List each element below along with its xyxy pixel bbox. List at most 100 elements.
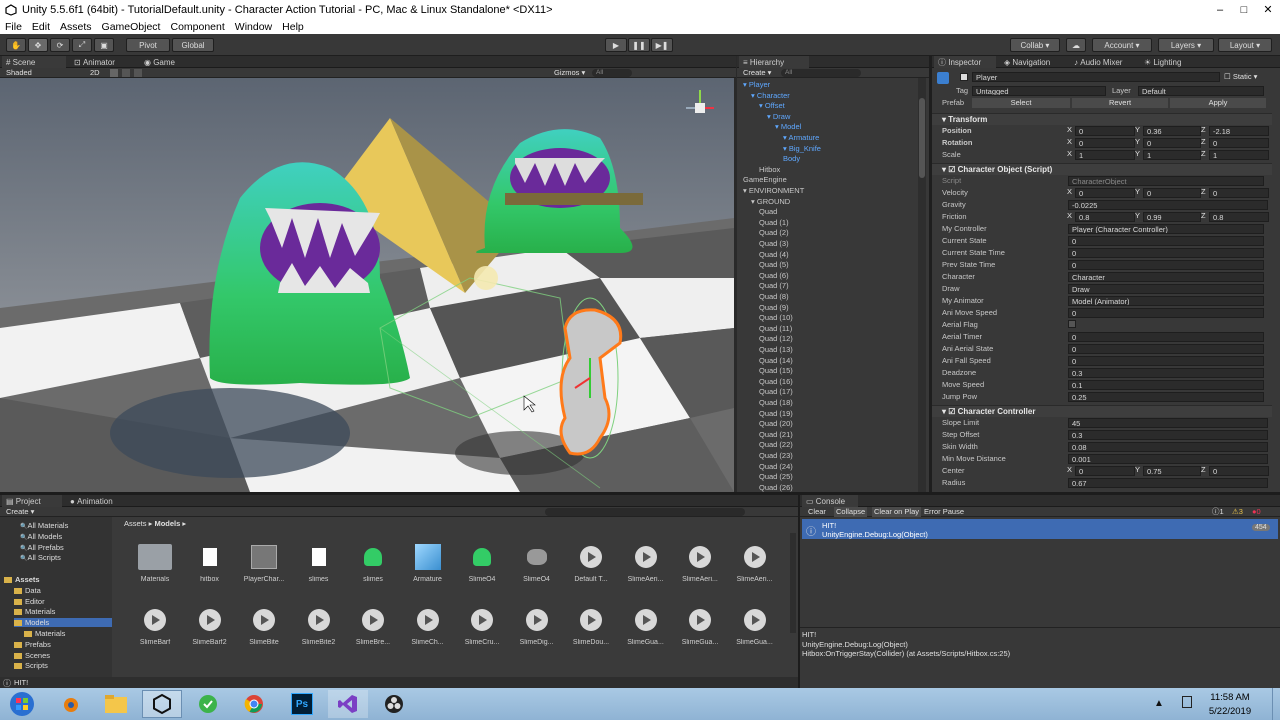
static-toggle[interactable]: ☐ Static ▾ [1224, 72, 1257, 81]
tab-project[interactable]: ▤ Project [2, 495, 62, 507]
tab-game[interactable]: ◉ Game [140, 56, 200, 68]
folder-tree-item[interactable]: Scripts [14, 661, 48, 670]
gizmos-dropdown[interactable]: Gizmos ▾ [554, 68, 585, 78]
hierarchy-item[interactable]: Quad (4) [759, 250, 789, 261]
console-clear-on-play-toggle[interactable]: Clear on Play [872, 507, 922, 517]
hierarchy-item[interactable]: ▾ Model [775, 122, 801, 133]
menu-help[interactable]: Help [277, 21, 309, 33]
field-value[interactable] [1068, 320, 1076, 328]
blender-icon[interactable] [50, 690, 90, 718]
hierarchy-item[interactable]: Quad (15) [759, 366, 793, 377]
layer-dropdown[interactable]: Default [1138, 86, 1264, 96]
console-error-pause-toggle[interactable]: Error Pause [924, 507, 964, 517]
tag-dropdown[interactable]: Untagged [972, 86, 1106, 96]
hierarchy-item[interactable]: Quad (26) [759, 483, 793, 492]
console-error-filter[interactable]: ●0 [1252, 507, 1261, 517]
project-create-dropdown[interactable]: Create ▾ [6, 507, 34, 517]
hierarchy-item[interactable]: Quad (14) [759, 356, 793, 367]
field-value[interactable]: 0.1 [1068, 380, 1264, 390]
field-value[interactable]: 0 [1068, 236, 1264, 246]
radius-field[interactable]: 0.67 [1068, 478, 1268, 488]
prefab-apply-button[interactable]: Apply [1170, 98, 1266, 108]
asset-item[interactable]: SlimeBite [237, 605, 291, 646]
hierarchy-scrollbar[interactable] [918, 78, 926, 492]
scene-search-input[interactable]: All [592, 69, 632, 77]
asset-item[interactable]: PlayerChar... [237, 542, 291, 583]
hierarchy-item[interactable]: Quad [759, 207, 777, 218]
asset-item[interactable]: SlimeGua... [728, 605, 782, 646]
favorite-item[interactable]: 🔍All Scripts [20, 553, 61, 562]
folder-tree-item[interactable]: Materials [24, 629, 65, 638]
tray-arrow-icon[interactable]: ▲ [1154, 698, 1164, 709]
clock[interactable]: 11:58 AM 5/22/2019 [1200, 692, 1260, 717]
favorite-item[interactable]: 🔍All Prefabs [20, 543, 64, 552]
photoshop-icon[interactable]: Ps [282, 690, 322, 718]
position-y-field[interactable]: 0.36 [1143, 126, 1201, 136]
menu-window[interactable]: Window [230, 21, 277, 33]
2d-toggle[interactable]: 2D [90, 68, 100, 78]
hierarchy-item[interactable]: Quad (24) [759, 462, 793, 473]
folder-tree-item[interactable]: Models [14, 618, 112, 628]
velocity-x-field[interactable]: 0 [1075, 188, 1135, 198]
asset-item[interactable]: slimes [292, 542, 346, 583]
asset-item[interactable]: SlimeAeri... [728, 542, 782, 583]
asset-item[interactable]: SlimeBarf [128, 605, 182, 646]
folder-tree-item[interactable]: Editor [14, 597, 45, 606]
project-search-input[interactable] [545, 508, 745, 516]
asset-item[interactable]: SlimeBre... [346, 605, 400, 646]
hierarchy-item[interactable]: ▾ ENVIRONMENT [743, 186, 804, 197]
asset-item[interactable]: SlimeCru... [455, 605, 509, 646]
asset-item[interactable]: SlimeO4 [510, 542, 564, 583]
controller-field-value[interactable]: 0.08 [1068, 442, 1268, 452]
console-warn-filter[interactable]: ⚠3 [1232, 507, 1243, 517]
visual-studio-icon[interactable] [328, 690, 368, 718]
friction-z-field[interactable]: 0.8 [1209, 212, 1269, 222]
asset-item[interactable]: SlimeBarf2 [183, 605, 237, 646]
rotate-tool-icon[interactable]: ⟳ [50, 38, 70, 52]
folder-tree-item[interactable]: Assets [4, 575, 40, 584]
start-button[interactable] [2, 690, 42, 718]
velocity-z-field[interactable]: 0 [1209, 188, 1269, 198]
field-value[interactable]: 0.3 [1068, 368, 1264, 378]
hierarchy-item[interactable]: Quad (25) [759, 472, 793, 483]
project-scrollbar[interactable] [790, 533, 796, 633]
asset-item[interactable]: SlimeGua... [619, 605, 673, 646]
script-field[interactable]: CharacterObject [1068, 176, 1264, 186]
rect-tool-icon[interactable]: ▣ [94, 38, 114, 52]
hierarchy-item[interactable]: ▾ Draw [767, 112, 790, 123]
tab-console[interactable]: ▭ Console [802, 495, 858, 507]
tab-navigation[interactable]: ◈ Navigation [1000, 56, 1070, 68]
asset-item[interactable]: Armature [401, 542, 455, 583]
position-z-field[interactable]: -2.18 [1209, 126, 1269, 136]
console-info-filter[interactable]: ⓘ1 [1212, 507, 1224, 517]
character-object-header[interactable]: ▾ ☑ Character Object (Script) [932, 163, 1272, 175]
hierarchy-item[interactable]: Quad (10) [759, 313, 793, 324]
play-button[interactable]: ▶ [605, 38, 627, 52]
field-value[interactable]: Character [1068, 272, 1264, 282]
field-value[interactable]: 0.25 [1068, 392, 1264, 402]
field-value[interactable]: 0 [1068, 308, 1264, 318]
controller-field-value[interactable]: 45 [1068, 418, 1268, 428]
hierarchy-item[interactable]: Quad (16) [759, 377, 793, 388]
asset-item[interactable]: Default T... [564, 542, 618, 583]
minimize-button[interactable]: – [1208, 2, 1232, 17]
asset-item[interactable]: slimes [346, 542, 400, 583]
friction-y-field[interactable]: 0.99 [1143, 212, 1201, 222]
tab-audio-mixer[interactable]: ♪ Audio Mixer [1070, 56, 1140, 68]
asset-item[interactable]: SlimeDou... [564, 605, 618, 646]
tab-scene[interactable]: # Scene [2, 56, 66, 68]
hierarchy-item[interactable]: Quad (22) [759, 440, 793, 451]
position-x-field[interactable]: 0 [1075, 126, 1135, 136]
hierarchy-item[interactable]: Quad (3) [759, 239, 789, 250]
hierarchy-item[interactable]: Quad (18) [759, 398, 793, 409]
tab-animation[interactable]: ● Animation [66, 495, 136, 507]
hand-tool-icon[interactable]: ✋ [6, 38, 26, 52]
effects-toggle-icon[interactable] [134, 69, 142, 77]
menu-component[interactable]: Component [165, 21, 229, 33]
hierarchy-item[interactable]: ▾ Player [743, 80, 770, 91]
scale-y-field[interactable]: 1 [1143, 150, 1201, 160]
console-entry[interactable]: ⓘ HIT! UnityEngine.Debug:Log(Object) 454 [802, 519, 1278, 539]
hierarchy-search-input[interactable]: All [781, 69, 861, 77]
asset-item[interactable]: SlimeDig... [510, 605, 564, 646]
audio-toggle-icon[interactable] [122, 69, 130, 77]
